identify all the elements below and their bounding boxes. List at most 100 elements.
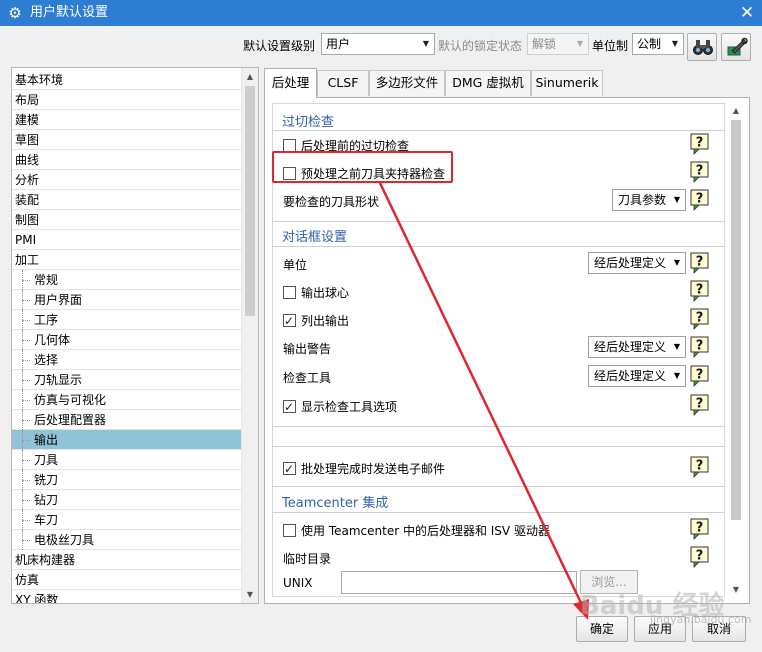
check-tool-select[interactable]: 经后处理定义 ▼ bbox=[588, 365, 686, 387]
tree-item[interactable]: 仿真与可视化 bbox=[12, 390, 242, 410]
unit-select[interactable]: 经后处理定义 ▼ bbox=[588, 252, 686, 274]
question-help-icon[interactable]: ? bbox=[690, 189, 710, 211]
tree-item[interactable]: 分析 bbox=[12, 170, 242, 190]
tree-item[interactable]: 工序 bbox=[12, 310, 242, 330]
checkbox-box[interactable] bbox=[283, 312, 296, 330]
svg-text:?: ? bbox=[696, 192, 704, 207]
temp-dir-label: 临时目录 bbox=[283, 552, 332, 566]
question-help-icon[interactable]: ? bbox=[690, 308, 710, 330]
pre-gouge-checkbox[interactable]: 后处理前的过切检查 bbox=[283, 137, 409, 155]
checkbox-box[interactable] bbox=[283, 139, 296, 152]
tree-item[interactable]: 基本环境 bbox=[12, 70, 242, 90]
scroll-down-icon[interactable]: ▼ bbox=[242, 586, 258, 603]
section-divider bbox=[273, 246, 724, 247]
level-label: 默认设置级别 bbox=[243, 39, 316, 53]
panel-scroll-thumb[interactable] bbox=[731, 120, 741, 520]
section-divider bbox=[273, 221, 724, 222]
unit-label: 单位制 bbox=[592, 39, 629, 53]
tree-item[interactable]: PMI bbox=[12, 230, 242, 250]
tree-item[interactable]: 车刀 bbox=[12, 510, 242, 530]
tree-item[interactable]: 布局 bbox=[12, 90, 242, 110]
tree-item[interactable]: 刀轨显示 bbox=[12, 370, 242, 390]
svg-text:?: ? bbox=[696, 164, 704, 179]
section-title-gouge: 过切检查 bbox=[282, 115, 335, 130]
tree-item[interactable]: 输出 bbox=[12, 430, 242, 450]
wrench-settings-icon bbox=[727, 37, 748, 56]
unit-select[interactable]: 公制 ▼ bbox=[632, 33, 684, 55]
gear-icon: ⚙ bbox=[8, 4, 22, 22]
pre-gouge-label: 后处理前的过切检查 bbox=[301, 139, 410, 153]
tree-scroll-thumb[interactable] bbox=[245, 86, 255, 316]
svg-text:?: ? bbox=[696, 397, 704, 412]
tree-item[interactable]: 几何体 bbox=[12, 330, 242, 350]
panel-scrollbar[interactable]: ▲ ▼ bbox=[728, 102, 745, 598]
checkbox-box[interactable] bbox=[283, 167, 296, 180]
question-help-icon[interactable]: ? bbox=[690, 161, 710, 183]
checkbox-box[interactable] bbox=[283, 286, 296, 299]
tree-item[interactable]: 装配 bbox=[12, 190, 242, 210]
tree-item[interactable]: 常规 bbox=[12, 270, 242, 290]
question-help-icon[interactable]: ? bbox=[690, 280, 710, 302]
use-teamcenter-checkbox[interactable]: 使用 Teamcenter 中的后处理器和 ISV 驱动器 bbox=[283, 522, 550, 540]
tool-shape-select[interactable]: 刀具参数 ▼ bbox=[612, 189, 686, 211]
tree-item[interactable]: 机床构建器 bbox=[12, 550, 242, 570]
tree-item[interactable]: 加工 bbox=[12, 250, 242, 270]
tab-dmg-vm[interactable]: DMG 虚拟机 bbox=[445, 70, 531, 96]
find-setting-button[interactable] bbox=[687, 33, 717, 61]
question-help-icon[interactable]: ? bbox=[690, 546, 710, 568]
toolbar: 默认设置级别 用户 ▼ 默认的锁定状态 解锁 ▼ 单位制 公制 ▼ bbox=[0, 26, 762, 64]
question-help-icon[interactable]: ? bbox=[690, 456, 710, 478]
pre-holder-checkbox[interactable]: 预处理之前刀具夹持器检查 bbox=[283, 165, 445, 183]
question-help-icon[interactable]: ? bbox=[690, 394, 710, 416]
output-warning-label: 输出警告 bbox=[283, 342, 332, 356]
tree-item[interactable]: 铣刀 bbox=[12, 470, 242, 490]
tree-item[interactable]: 选择 bbox=[12, 350, 242, 370]
checkbox-box[interactable] bbox=[283, 460, 296, 478]
tree-item[interactable]: 钻刀 bbox=[12, 490, 242, 510]
output-warning-select[interactable]: 经后处理定义 ▼ bbox=[588, 336, 686, 358]
checkbox-box[interactable] bbox=[283, 524, 296, 537]
close-icon[interactable]: ✕ bbox=[732, 0, 762, 26]
watermark-subtext: jingyan.baidu.com bbox=[650, 613, 752, 626]
tree-item[interactable]: 曲线 bbox=[12, 150, 242, 170]
question-help-icon[interactable]: ? bbox=[690, 133, 710, 155]
manage-settings-button[interactable] bbox=[721, 33, 751, 61]
show-check-options-checkbox[interactable]: 显示检查工具选项 bbox=[283, 398, 397, 416]
category-tree[interactable]: 基本环境 布局 建模 草图 曲线 分析 装配 制图 PMI 加工 常规 用户界面 工序 几何体 选择 刀轨显示… bbox=[11, 67, 259, 604]
question-help-icon[interactable]: ? bbox=[690, 336, 710, 358]
scroll-down-icon[interactable]: ▼ bbox=[728, 581, 744, 598]
unix-label: UNIX bbox=[283, 576, 313, 590]
question-help-icon[interactable]: ? bbox=[690, 365, 710, 387]
tab-clsf[interactable]: CLSF bbox=[317, 70, 369, 96]
tree-item[interactable]: 后处理配置器 bbox=[12, 410, 242, 430]
tree-item[interactable]: 制图 bbox=[12, 210, 242, 230]
tree-item[interactable]: 建模 bbox=[12, 110, 242, 130]
question-help-icon[interactable]: ? bbox=[690, 518, 710, 540]
tree-scrollbar[interactable]: ▲ ▼ bbox=[241, 68, 258, 603]
ball-center-checkbox[interactable]: 输出球心 bbox=[283, 284, 349, 302]
tree-item[interactable]: 电极丝刀具 bbox=[12, 530, 242, 550]
email-checkbox[interactable]: 批处理完成时发送电子邮件 bbox=[283, 460, 445, 478]
svg-text:?: ? bbox=[696, 136, 704, 151]
tree-item[interactable]: 刀具 bbox=[12, 450, 242, 470]
tab-polygon-file[interactable]: 多边形文件 bbox=[369, 70, 445, 96]
section-title-dialog: 对话框设置 bbox=[282, 230, 348, 245]
tree-item[interactable]: 用户界面 bbox=[12, 290, 242, 310]
unix-path-input[interactable] bbox=[341, 571, 577, 594]
tab-sinumerik[interactable]: Sinumerik bbox=[531, 70, 603, 96]
scroll-up-icon[interactable]: ▲ bbox=[728, 102, 744, 119]
list-output-checkbox[interactable]: 列出输出 bbox=[283, 312, 349, 330]
tree-item[interactable]: XY 函数 bbox=[12, 590, 242, 603]
pre-holder-label: 预处理之前刀具夹持器检查 bbox=[301, 167, 446, 181]
question-help-icon[interactable]: ? bbox=[690, 252, 710, 274]
ball-center-label: 输出球心 bbox=[301, 286, 350, 300]
list-output-label: 列出输出 bbox=[301, 314, 350, 328]
scroll-up-icon[interactable]: ▲ bbox=[242, 68, 258, 85]
level-select[interactable]: 用户 ▼ bbox=[321, 33, 435, 55]
tab-postprocess[interactable]: 后处理 bbox=[264, 68, 317, 98]
tree-item[interactable]: 仿真 bbox=[12, 570, 242, 590]
unit-value: 经后处理定义 bbox=[594, 256, 667, 270]
watermark: Baidu 经验 jingyan.baidu.com bbox=[580, 585, 752, 626]
tree-item[interactable]: 草图 bbox=[12, 130, 242, 150]
checkbox-box[interactable] bbox=[283, 398, 296, 416]
